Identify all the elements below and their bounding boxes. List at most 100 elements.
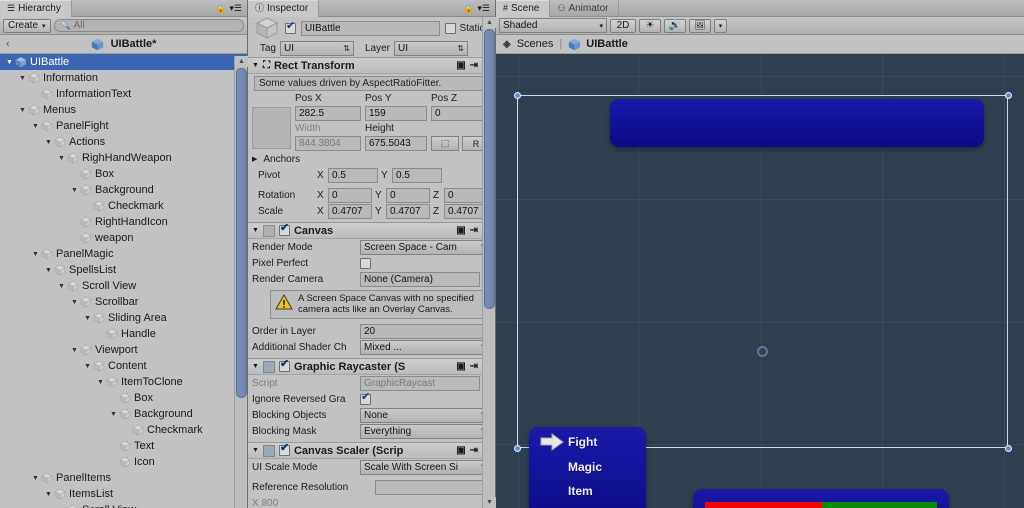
hierarchy-item[interactable]: ▼ Actions bbox=[0, 134, 247, 150]
foldout-arrow-icon[interactable]: ▼ bbox=[252, 447, 259, 454]
selection-handle-bottom-left[interactable] bbox=[514, 445, 521, 452]
layer-dropdown[interactable]: UI ⇅ bbox=[394, 40, 468, 56]
foldout-arrow-icon[interactable]: ▼ bbox=[17, 75, 28, 82]
back-icon[interactable]: ‹ bbox=[6, 38, 10, 50]
blocking-objects-dropdown[interactable]: None ⇅ bbox=[360, 407, 491, 423]
menu-item-magic[interactable]: Magic bbox=[568, 460, 602, 474]
object-name-field[interactable]: UIBattle bbox=[301, 20, 441, 36]
pivot-y-field[interactable]: 0.5 bbox=[392, 167, 442, 183]
hierarchy-item[interactable]: ▶Text bbox=[0, 438, 247, 454]
foldout-arrow-icon[interactable]: ▼ bbox=[252, 363, 259, 370]
hierarchy-item[interactable]: ▼ Background bbox=[0, 182, 247, 198]
hierarchy-scrollbar[interactable]: ▲ bbox=[234, 56, 248, 508]
foldout-arrow-icon[interactable]: ▶ bbox=[252, 155, 257, 163]
scroll-up-arrow[interactable]: ▲ bbox=[235, 56, 248, 67]
anchors-foldout[interactable]: ▶ Anchors bbox=[248, 151, 495, 167]
foldout-arrow-icon[interactable]: ▼ bbox=[4, 59, 15, 66]
canvas-scaler-header[interactable]: ▼ Canvas Scaler (Scrip ▣ ⇥ ⚙ bbox=[248, 442, 495, 459]
render-camera-field[interactable]: None (Camera) bbox=[360, 271, 481, 287]
inspector-scrollbar[interactable]: ▲ ▼ bbox=[482, 17, 496, 508]
rotation-y-field[interactable]: 0 bbox=[386, 187, 430, 203]
help-icon[interactable]: ▣ bbox=[456, 361, 465, 372]
foldout-arrow-icon[interactable]: ▼ bbox=[69, 347, 80, 354]
foldout-arrow-icon[interactable]: ▼ bbox=[95, 379, 106, 386]
hierarchy-item[interactable]: ▼ Information bbox=[0, 70, 247, 86]
hierarchy-item[interactable]: ▼ Background bbox=[0, 406, 247, 422]
reference-resolution-field[interactable] bbox=[375, 479, 491, 495]
hierarchy-item[interactable]: ▼ ItemsList bbox=[0, 486, 247, 502]
preset-icon[interactable]: ⇥ bbox=[470, 361, 478, 372]
effects-dropdown-button[interactable]: ▾ bbox=[714, 18, 727, 33]
hierarchy-item[interactable]: ▶Handle bbox=[0, 326, 247, 342]
cancel-button[interactable]: Cancel bbox=[705, 502, 822, 508]
selection-handle-bottom-right[interactable] bbox=[1005, 445, 1012, 452]
breadcrumb-scenes-label[interactable]: Scenes bbox=[517, 38, 554, 50]
hierarchy-item[interactable]: ▼ ItemToClone bbox=[0, 374, 247, 390]
information-panel[interactable] bbox=[610, 99, 984, 147]
hierarchy-item[interactable]: ▼Scroll View bbox=[0, 278, 247, 294]
shading-mode-dropdown[interactable]: Shaded ▾ bbox=[499, 18, 607, 33]
tab-hierarchy[interactable]: ☰ Hierarchy bbox=[0, 0, 72, 17]
foldout-arrow-icon[interactable]: ▼ bbox=[252, 62, 259, 69]
order-in-layer-field[interactable]: 20 bbox=[360, 323, 491, 339]
scrollbar-thumb[interactable] bbox=[484, 29, 495, 309]
hierarchy-item[interactable]: ▶RightHandIcon bbox=[0, 214, 247, 230]
preset-icon[interactable]: ⇥ bbox=[470, 445, 478, 456]
hierarchy-item[interactable]: ▼ RighHandWeapon bbox=[0, 150, 247, 166]
foldout-arrow-icon[interactable]: ▼ bbox=[82, 315, 93, 322]
foldout-arrow-icon[interactable]: ▼ bbox=[56, 155, 67, 162]
object-enabled-checkbox[interactable] bbox=[285, 21, 296, 34]
lighting-toggle-button[interactable]: ☀ bbox=[639, 18, 661, 33]
foldout-arrow-icon[interactable]: ▼ bbox=[43, 267, 54, 274]
foldout-arrow-icon[interactable]: ▼ bbox=[69, 187, 80, 194]
audio-toggle-button[interactable]: 🔊 bbox=[664, 18, 686, 33]
scene-viewport[interactable]: Fight Magic Item Pass Cancel Accept bbox=[496, 54, 1024, 508]
scroll-down-arrow[interactable]: ▼ bbox=[483, 497, 496, 508]
foldout-arrow-icon[interactable]: ▼ bbox=[30, 475, 41, 482]
graphic-raycaster-enabled-checkbox[interactable] bbox=[278, 359, 290, 372]
rotation-x-field[interactable]: 0 bbox=[328, 187, 372, 203]
hierarchy-item[interactable]: ▶Checkmark bbox=[0, 198, 247, 214]
ui-scale-mode-dropdown[interactable]: Scale With Screen Si ⇅ bbox=[360, 459, 491, 475]
scrollbar-thumb[interactable] bbox=[236, 68, 247, 398]
foldout-arrow-icon[interactable]: ▼ bbox=[30, 123, 41, 130]
height-field[interactable]: 675.5043 bbox=[365, 136, 427, 151]
foldout-arrow-icon[interactable]: ▼ bbox=[69, 299, 80, 306]
hierarchy-item[interactable]: ▶Checkmark bbox=[0, 422, 247, 438]
help-icon[interactable]: ▣ bbox=[456, 60, 465, 71]
tab-animator[interactable]: ⚇ Animator bbox=[550, 0, 620, 17]
hierarchy-item[interactable]: ▶weapon bbox=[0, 230, 247, 246]
help-icon[interactable]: ▣ bbox=[456, 225, 465, 236]
scroll-up-arrow[interactable]: ▲ bbox=[483, 17, 496, 28]
hierarchy-item[interactable]: ▼ SpellsList bbox=[0, 262, 247, 278]
blueprint-mode-button[interactable]: ⬚ bbox=[431, 136, 459, 151]
lock-icon[interactable]: 🔒 bbox=[215, 3, 226, 14]
canvas-scaler-enabled-checkbox[interactable] bbox=[278, 443, 290, 456]
hierarchy-item[interactable]: ▼Scroll View bbox=[0, 502, 247, 508]
hierarchy-item[interactable]: ▼ PanelFight bbox=[0, 118, 247, 134]
menu-icon[interactable]: ▾☰ bbox=[477, 3, 490, 14]
foldout-arrow-icon[interactable]: ▼ bbox=[56, 283, 67, 290]
pos-x-field[interactable]: 282.5 bbox=[295, 106, 361, 121]
foldout-arrow-icon[interactable]: ▼ bbox=[43, 491, 54, 498]
static-checkbox[interactable] bbox=[445, 22, 457, 34]
hierarchy-item[interactable]: ▼ PanelMagic bbox=[0, 246, 247, 262]
create-button[interactable]: Create ▾ bbox=[3, 18, 51, 33]
hierarchy-item[interactable]: ▼ Content bbox=[0, 358, 247, 374]
hierarchy-item[interactable]: ▼ UIBattle bbox=[0, 54, 247, 70]
foldout-arrow-icon[interactable]: ▼ bbox=[43, 139, 54, 146]
hierarchy-item[interactable]: ▶Box bbox=[0, 390, 247, 406]
foldout-arrow-icon[interactable]: ▼ bbox=[82, 363, 93, 370]
rect-transform-header[interactable]: ▼ ⛶ Rect Transform ▣ ⇥ ⚙ bbox=[248, 57, 495, 74]
toggle-2d-button[interactable]: 2D bbox=[610, 18, 636, 33]
tab-inspector[interactable]: ⓘ Inspector bbox=[248, 0, 320, 17]
hierarchy-item[interactable]: ▶InformationText bbox=[0, 86, 247, 102]
pixel-perfect-checkbox[interactable] bbox=[360, 257, 371, 269]
preset-icon[interactable]: ⇥ bbox=[470, 225, 478, 236]
pos-y-field[interactable]: 159 bbox=[365, 106, 427, 121]
lock-icon[interactable]: 🔒 bbox=[463, 3, 474, 14]
search-input[interactable]: 🔍 All bbox=[53, 19, 244, 32]
hierarchy-tree[interactable]: ▼UIBattle▼Information▶InformationText▼Me… bbox=[0, 54, 247, 508]
canvas-enabled-checkbox[interactable] bbox=[278, 223, 290, 236]
render-mode-dropdown[interactable]: Screen Space - Cam ⇅ bbox=[360, 239, 491, 255]
